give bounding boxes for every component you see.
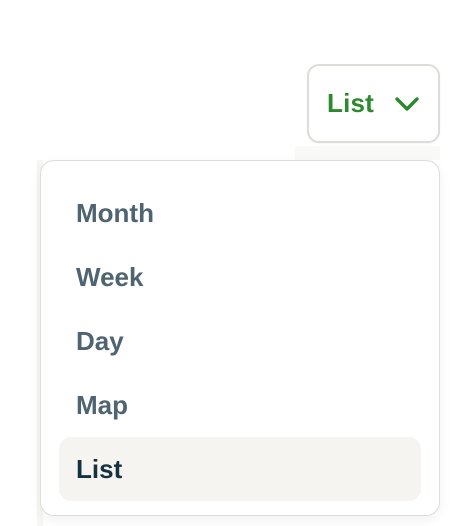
menu-item-map[interactable]: Map [59, 373, 421, 437]
menu-item-label: List [76, 453, 123, 484]
view-selector-button[interactable]: List [307, 64, 440, 143]
view-picker-stage: List Month Week Day Map List [0, 0, 452, 526]
view-selector-label: List [327, 88, 375, 118]
menu-item-week[interactable]: Week [59, 245, 421, 309]
menu-item-list[interactable]: List [59, 437, 421, 501]
backdrop-strip [295, 146, 440, 160]
menu-item-label: Week [76, 261, 144, 292]
view-dropdown-menu: Month Week Day Map List [40, 160, 440, 516]
menu-item-day[interactable]: Day [59, 309, 421, 373]
menu-item-label: Month [76, 197, 154, 228]
menu-item-month[interactable]: Month [59, 181, 421, 245]
menu-item-label: Map [76, 389, 128, 420]
chevron-down-icon [394, 96, 420, 112]
menu-item-label: Day [76, 325, 124, 356]
